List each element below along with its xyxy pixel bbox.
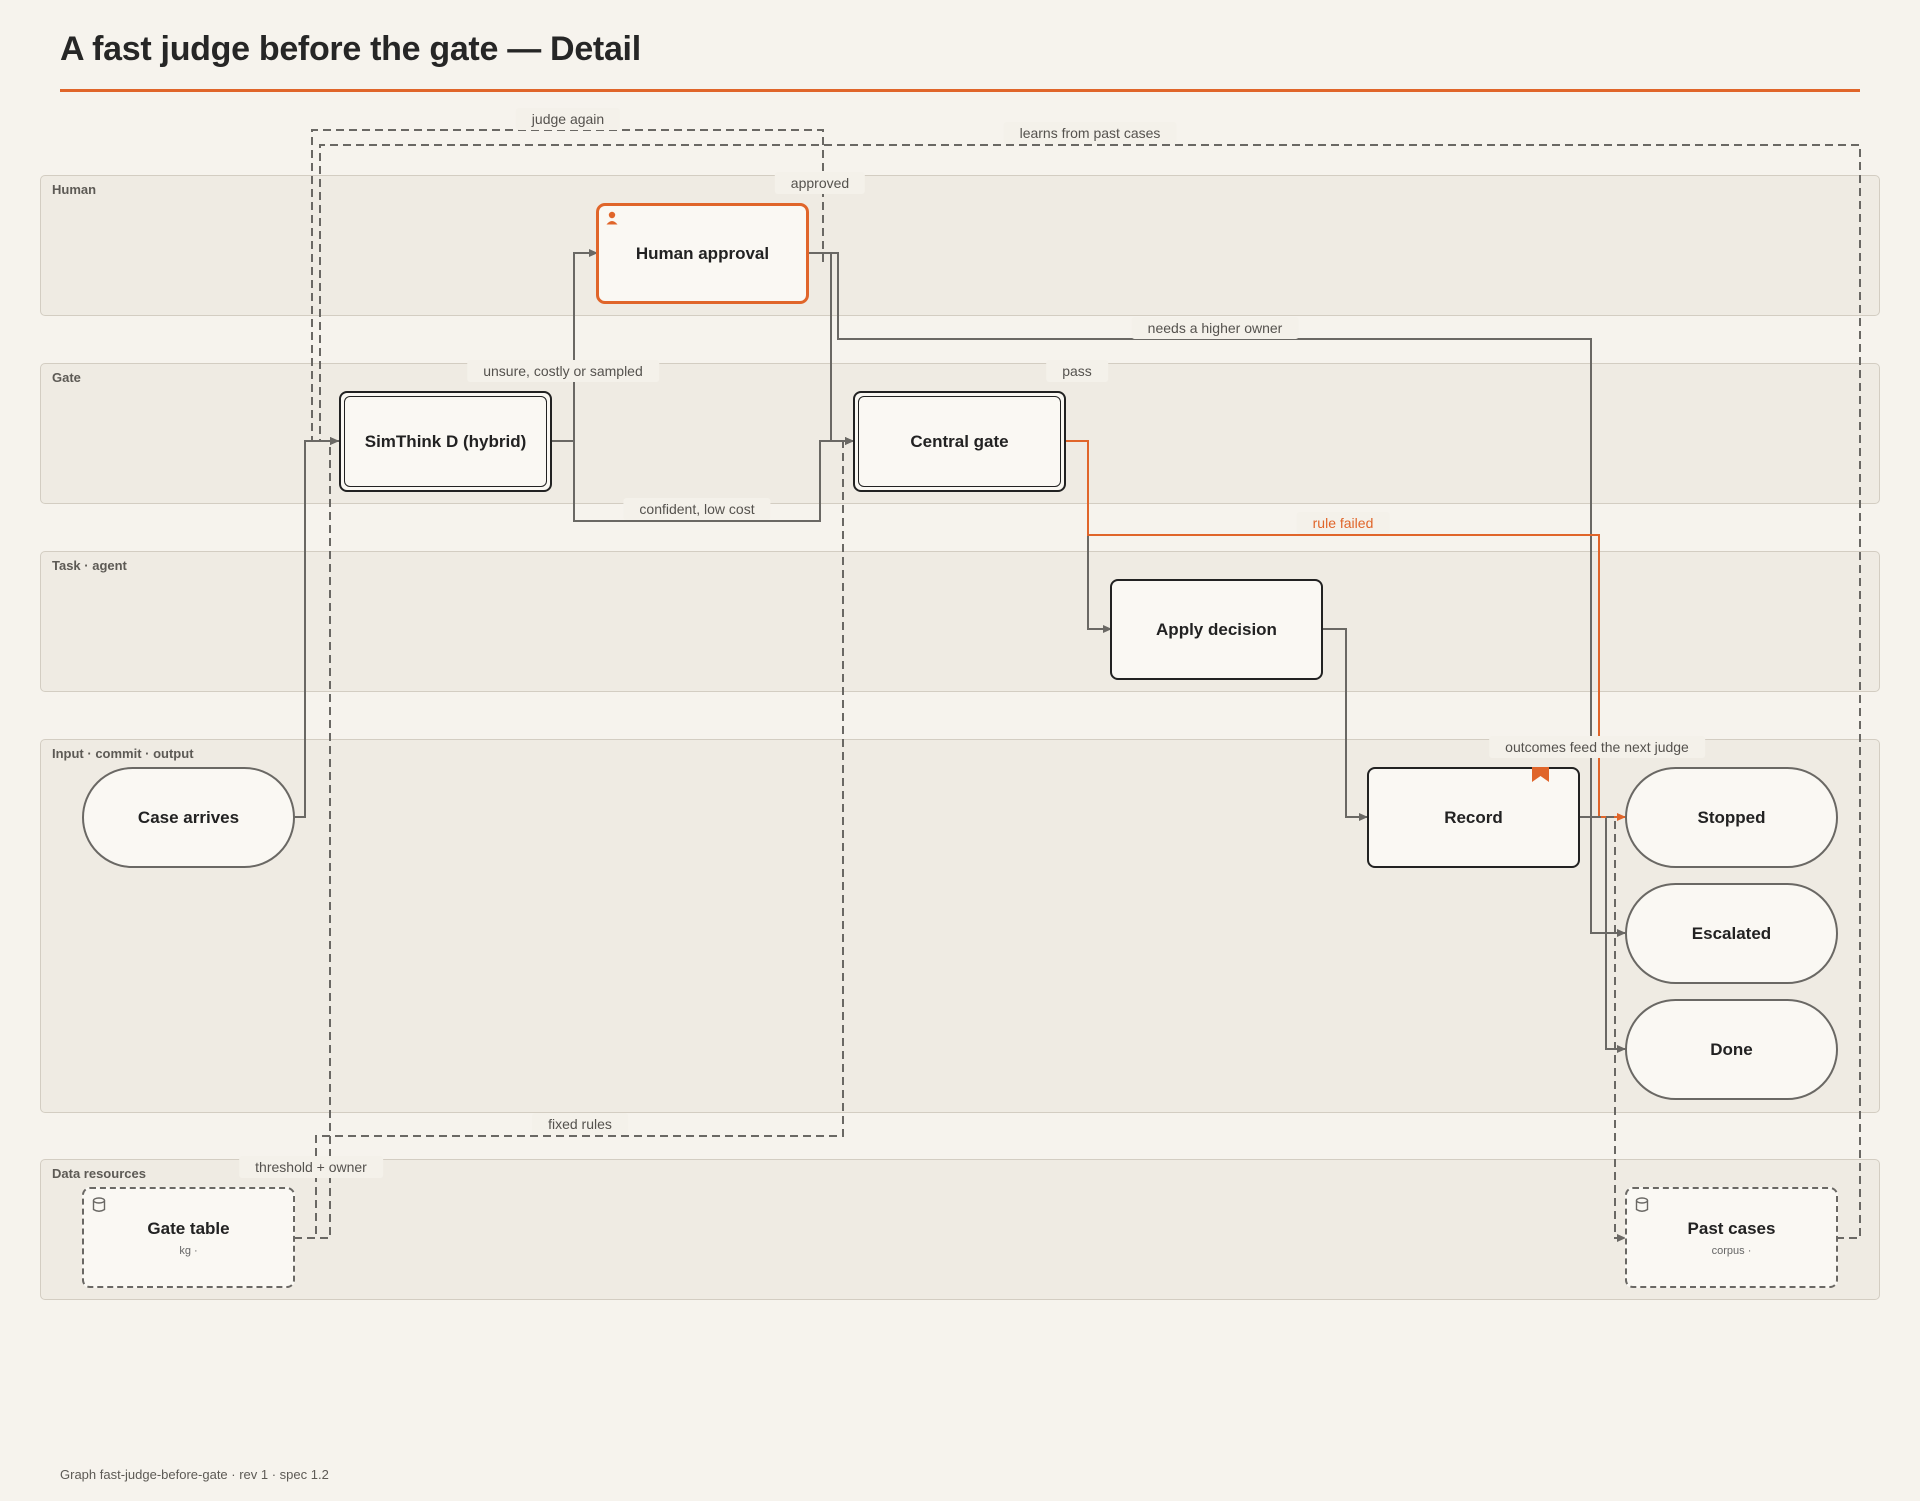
node-label: Gate table [147, 1218, 230, 1238]
node-label: Record [1444, 807, 1503, 827]
edge-learns-from-past [319, 144, 1861, 1239]
node-label: Case arrives [137, 807, 240, 827]
edge-label-outcomes: outcomes feed the next judge [1489, 736, 1705, 758]
edge-label-confident: confident, low cost [623, 498, 771, 520]
edge-label-learns-from-past-cases: learns from past cases [1003, 122, 1177, 144]
node-human-approval[interactable]: Human approval [596, 203, 809, 304]
node-central-gate[interactable]: Central gate [853, 391, 1066, 492]
edge-simthink-to-human [552, 249, 598, 442]
edge-label-threshold-owner: threshold + owner [239, 1156, 383, 1178]
edge-human-to-gate [809, 252, 854, 445]
edge-label-unsure: unsure, costly or sampled [467, 360, 659, 382]
node-case-arrives[interactable]: Case arrives [82, 767, 295, 868]
database-icon [92, 1197, 106, 1218]
node-label: Human approval [635, 243, 770, 263]
node-gate-table[interactable]: Gate table kg · [82, 1187, 295, 1288]
bookmark-icon [1532, 767, 1549, 787]
node-label: Past cases [1687, 1218, 1776, 1238]
node-label: Escalated [1691, 923, 1772, 943]
node-record[interactable]: Record [1367, 767, 1580, 868]
edge-label-needs-higher-owner: needs a higher owner [1131, 317, 1299, 339]
node-label: Done [1710, 1039, 1753, 1059]
edge-case-to-simthink [294, 437, 339, 818]
edge-threshold-owner [294, 437, 339, 1239]
edge-label-fixed-rules: fixed rules [532, 1113, 628, 1135]
edge-label-judge-again: judge again [515, 108, 621, 130]
node-simthink[interactable]: SimThink D (hybrid) [339, 391, 552, 492]
edge-label-pass: pass [1046, 360, 1108, 382]
node-stopped[interactable]: Stopped [1625, 767, 1838, 868]
person-icon [606, 210, 618, 230]
node-escalated[interactable]: Escalated [1625, 883, 1838, 984]
node-label: Stopped [1697, 807, 1766, 827]
edge-outcomes-feed [1580, 816, 1626, 1242]
node-label: SimThink D (hybrid) [364, 431, 527, 451]
database-icon [1635, 1197, 1649, 1218]
edge-label-rule-failed: rule failed [1296, 512, 1390, 534]
node-label: Apply decision [1156, 619, 1277, 639]
node-sublabel: corpus · [1711, 1244, 1752, 1257]
edge-apply-to-record [1323, 628, 1368, 821]
node-done[interactable]: Done [1625, 999, 1838, 1100]
footer-caption: Graph fast-judge-before-gate · rev 1 · s… [60, 1467, 329, 1482]
node-sublabel: kg · [179, 1244, 198, 1257]
node-apply-decision[interactable]: Apply decision [1110, 579, 1323, 680]
node-label: Central gate [910, 431, 1009, 451]
node-past-cases[interactable]: Past cases corpus · [1625, 1187, 1838, 1288]
edge-label-approved: approved [774, 172, 866, 194]
